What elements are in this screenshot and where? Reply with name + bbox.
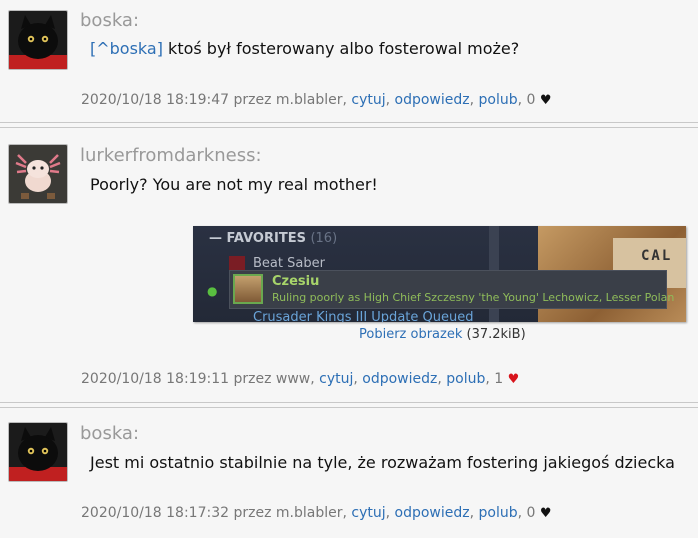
quote-link[interactable]: cytuj (351, 505, 385, 521)
like-link[interactable]: polub (446, 371, 485, 387)
like-link[interactable]: polub (479, 92, 518, 108)
like-link[interactable]: polub (479, 505, 518, 521)
like-count: 0 (526, 505, 536, 521)
post-content: [^boska] ktoś był fosterowany albo foste… (90, 39, 519, 58)
image-card-text: CAL (641, 248, 673, 264)
post-text: Poorly? You are not my real mother! (90, 175, 378, 194)
game-icon (229, 256, 245, 270)
reply-link[interactable]: [^boska] (90, 39, 163, 58)
heart-icon: ♥ (539, 506, 552, 521)
post-timestamp: 2020/10/18 18:19:47 przez m.blabler, (81, 92, 352, 108)
reply-action-link[interactable]: odpowiedz (362, 371, 437, 387)
post-timestamp: 2020/10/18 18:19:11 przez www, (81, 371, 320, 387)
avatar-black-cat[interactable] (8, 422, 68, 482)
post-meta: 2020/10/18 18:19:11 przez www, cytuj, od… (81, 371, 520, 387)
post: boska: Jest mi ostatnio stabilnie na tyl… (0, 408, 698, 538)
post-content: Jest mi ostatnio stabilnie na tyle, że r… (90, 453, 675, 472)
post-author: lurkerfromdarkness: (80, 145, 262, 166)
image-game-crusader-kings: Crusader Kings III Update Queued (253, 310, 474, 322)
post-meta: 2020/10/18 18:17:32 przez m.blabler, cyt… (81, 505, 552, 521)
download-size: (37.2kiB) (462, 327, 526, 342)
quote-link[interactable]: cytuj (351, 92, 385, 108)
avatar-axolotl[interactable] (8, 144, 68, 204)
post-content: Poorly? You are not my real mother! (90, 175, 378, 194)
post-meta: 2020/10/18 18:19:47 przez m.blabler, cyt… (81, 92, 552, 108)
post-timestamp: 2020/10/18 18:17:32 przez m.blabler, (81, 505, 352, 521)
post-text: ktoś był fosterowany albo fosterowal moż… (162, 39, 520, 58)
download-image-link[interactable]: Pobierz obrazek (359, 327, 462, 342)
attached-image[interactable]: CAL — FAVORITES (16) Beat Saber Crusader… (193, 226, 686, 322)
heart-icon: ♥ (539, 93, 552, 108)
image-friend-popup: Czesiu Ruling poorly as High Chief Szcze… (229, 270, 674, 309)
friend-status: Ruling poorly as High Chief Szczesny 'th… (272, 291, 675, 304)
post: boska: [^boska] ktoś był fosterowany alb… (0, 0, 698, 120)
friend-name: Czesiu (272, 274, 320, 289)
post-author: boska: (80, 10, 140, 31)
like-count: 0 (526, 92, 536, 108)
like-count: 1 (494, 371, 504, 387)
download-info: Pobierz obrazek (37.2kiB) (359, 327, 526, 342)
quote-link[interactable]: cytuj (319, 371, 353, 387)
avatar-black-cat[interactable] (8, 10, 68, 70)
image-game-beat-saber: Beat Saber (253, 256, 325, 271)
post-text: Jest mi ostatnio stabilnie na tyle, że r… (90, 453, 675, 472)
friend-avatar (233, 274, 263, 304)
heart-icon: ♥ (507, 372, 520, 387)
image-favorites-header: — FAVORITES (16) (209, 231, 338, 246)
reply-action-link[interactable]: odpowiedz (395, 92, 470, 108)
post-author: boska: (80, 423, 140, 444)
reply-action-link[interactable]: odpowiedz (395, 505, 470, 521)
person-icon: ● (207, 284, 218, 298)
